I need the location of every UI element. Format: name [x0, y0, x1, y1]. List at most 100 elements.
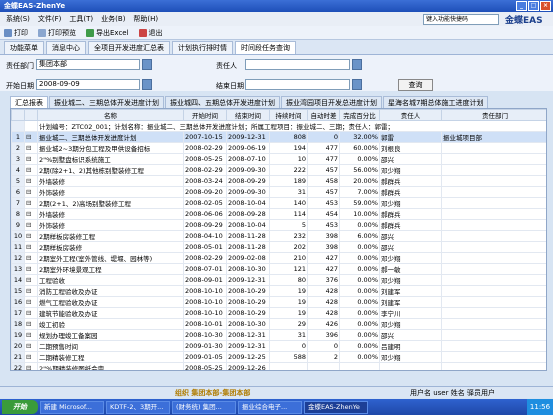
subtab-summary[interactable]: 汇总报表 [10, 96, 48, 108]
tree-toggle[interactable]: ⊟ [24, 263, 38, 275]
table-row[interactable]: 10 ⊟ 2期样板房装修工程 2008-04-10 2008-11-28 232 398 6.… [11, 230, 546, 242]
tree-toggle[interactable]: ⊟ [24, 307, 38, 319]
tree-toggle[interactable]: ⊟ [24, 197, 38, 209]
row-header: 20 [11, 340, 25, 352]
person-picker-button[interactable] [352, 59, 362, 70]
table-cell: 2008-06-06 [183, 208, 227, 220]
tab-function-menu[interactable]: 功能菜单 [4, 41, 44, 54]
tree-toggle[interactable]: ⊟ [24, 208, 38, 220]
table-row[interactable]: 21 ⊟ 二期精装修工程 2009-01-05 2009-12-25 588 2 0.00% 邓… [11, 351, 546, 363]
task-office[interactable]: 振业综合电子... [238, 400, 302, 414]
col-header-start[interactable]: 开始时间 [183, 109, 227, 121]
task-eas[interactable]: 金蝶EAS-ZhenYe [304, 400, 368, 414]
tree-toggle[interactable]: ⊟ [24, 351, 38, 363]
print-button[interactable]: 打印 [4, 28, 28, 38]
tree-toggle[interactable]: ⊟ [24, 296, 38, 308]
tab-progress-summary[interactable]: 全项目开发进度汇总表 [88, 41, 170, 54]
table-row[interactable]: 1 ⊟ 振业城二、三期总体开发进度计划 2007-10-15 2009-12-31 808… [11, 131, 546, 143]
tree-toggle[interactable]: ⊟ [24, 175, 38, 187]
print-preview-button[interactable]: 打印预览 [38, 28, 76, 38]
tree-toggle[interactable]: ⊟ [24, 340, 38, 352]
table-row[interactable]: 7 ⊟ 2期(2+1、2)高场别墅装修工程 2008-02-05 2008-10-04 1… [11, 197, 546, 209]
task-word[interactable]: 新建 Microsof... [40, 400, 104, 414]
tab-period-task-query[interactable]: 时间段任务查询 [235, 41, 296, 54]
table-row[interactable]: 9 ⊟ 外饰装修 2008-09-29 2008-10-04 5 453 0.00% 郝群兵 [11, 219, 546, 231]
dept-picker-button[interactable] [142, 59, 152, 70]
table-row[interactable]: 11 ⊟ 2期样板房装修 2008-05-01 2008-11-28 202 398 0.00… [11, 241, 546, 253]
table-row[interactable]: 3 ⊟ 2"%别墅盘标识系统施工 2008-05-25 2008-07-10 10 477 0… [11, 153, 546, 165]
tree-toggle[interactable]: ⊟ [24, 318, 38, 330]
end-date-picker[interactable] [352, 79, 362, 90]
menu-file[interactable]: 文件(F) [38, 14, 62, 24]
tree-toggle[interactable]: ⊟ [24, 274, 38, 286]
table-row[interactable]: 15 ⊟ 消防工程验收及办证 2008-10-10 2008-10-29 19 428 0.0… [11, 285, 546, 297]
table-row[interactable]: 20 ⊟ 二期预售时间 2009-01-30 2009-12-31 0 0 0.00% 吕建明 [11, 340, 546, 352]
table-row[interactable]: 计划编号：ZTC02_001；计划名称：振业城二、三期总体开发进度计划；所属工程… [11, 120, 546, 132]
subtab-bay-garden[interactable]: 振业湾园项目开发总进度计划 [281, 96, 382, 108]
table-row[interactable]: 17 ⊟ 建筑节能验收及办证 2008-10-10 2008-10-29 19 428 0.0… [11, 307, 546, 319]
close-button[interactable]: × [540, 1, 551, 11]
table-row[interactable]: 14 ⊟ 工程验收 2008-09-01 2009-12-31 80 376 0.00% 邓少翔 [11, 274, 546, 286]
start-button[interactable]: 开始 [2, 400, 38, 414]
person-field[interactable] [245, 59, 350, 70]
row-header: 13 [11, 263, 25, 275]
table-cell: 232 [269, 230, 308, 242]
task-finance[interactable]: (财务统) 集团... [172, 400, 236, 414]
row-header: 9 [11, 219, 25, 231]
subtab-phase-2-3[interactable]: 振业城二、三期总体开发进度计划 [49, 96, 164, 108]
table-cell: 燃气工程验收及办证 [37, 296, 184, 308]
maximize-button[interactable]: □ [528, 1, 539, 11]
tab-plan-execution[interactable]: 计划执行排时情 [172, 41, 233, 54]
subtab-phase-4-5[interactable]: 振业城四、五期总体开发进度计划 [165, 96, 280, 108]
tab-message-center[interactable]: 消息中心 [46, 41, 86, 54]
dept-field[interactable]: 集团本部 [36, 59, 140, 70]
tree-toggle[interactable]: ⊟ [24, 153, 38, 165]
col-header-owner[interactable]: 责任人 [379, 109, 442, 121]
table-row[interactable]: 19 ⊟ 规划办理竣工备案园 2008-10-30 2008-12-31 31 396 0.0… [11, 329, 546, 341]
tree-toggle[interactable]: ⊟ [24, 285, 38, 297]
table-cell: 59.00% [339, 197, 380, 209]
export-excel-button[interactable]: 导出Excel [86, 28, 129, 38]
tree-toggle[interactable]: ⊟ [24, 230, 38, 242]
col-header-dept[interactable]: 责任部门 [441, 109, 546, 121]
menu-business[interactable]: 业务(B) [101, 14, 125, 24]
tree-toggle[interactable]: ⊟ [24, 131, 38, 143]
menu-help[interactable]: 帮助(H) [133, 14, 158, 24]
tree-toggle[interactable]: ⊟ [24, 362, 38, 370]
query-button[interactable]: 查询 [398, 79, 433, 91]
table-row[interactable]: 18 ⊟ 竣工初验 2008-10-01 2008-10-30 29 426 0.00% 邓少翔 [11, 318, 546, 330]
tree-toggle[interactable]: ⊟ [24, 241, 38, 253]
col-header-name[interactable]: 名称 [37, 109, 184, 121]
tree-toggle[interactable]: ⊟ [24, 142, 38, 154]
exit-button[interactable]: 退出 [138, 28, 163, 38]
minimize-button[interactable]: _ [516, 1, 527, 11]
start-date-picker[interactable] [142, 79, 152, 90]
subtab-xinghai[interactable]: 星海名城7期总体施工进度计划 [383, 96, 489, 108]
table-row[interactable]: 5 ⊟ 外墙装修 2008-03-24 2008-09-29 189 458 20.00% 郝群… [11, 175, 546, 187]
table-row[interactable]: 22 ⊟ 2"%期精装修图纸会审 2008-05-25 2009-12-26 [11, 362, 546, 370]
col-header-duration[interactable]: 持续时间 [269, 109, 308, 121]
table-row[interactable]: 4 ⊟ 2期(除2+1、2)其他栋别墅装修工程 2008-02-29 2009-09-3… [11, 164, 546, 176]
table-row[interactable]: 2 ⊟ 振业城2~3期分包工程及甲供设备招标 2008-02-29 2009-06-19… [11, 142, 546, 154]
col-header-float[interactable]: 自动时差 [307, 109, 340, 121]
table-row[interactable]: 16 ⊟ 燃气工程验收及办证 2008-10-10 2008-10-29 19 428 0.0… [11, 296, 546, 308]
tree-toggle[interactable]: ⊟ [24, 252, 38, 264]
menu-tools[interactable]: 工具(T) [69, 14, 93, 24]
tree-toggle[interactable]: ⊟ [24, 219, 38, 231]
table-cell: 2008-10-10 [183, 296, 227, 308]
task-kdtf[interactable]: KDTF-2、3期开... [106, 400, 170, 414]
tree-toggle[interactable]: ⊟ [24, 186, 38, 198]
end-date-field[interactable] [245, 79, 350, 90]
table-cell: 邓少翔 [379, 252, 442, 264]
menu-system[interactable]: 系统(S) [6, 14, 30, 24]
table-row[interactable]: 8 ⊟ 外墙装修 2008-06-06 2008-09-28 114 454 10.00% 郝群… [11, 208, 546, 220]
col-header-end[interactable]: 结束时间 [226, 109, 270, 121]
table-row[interactable]: 13 ⊟ 2期室外环境景观工程 2008-07-01 2008-10-30 121 427 0… [11, 263, 546, 275]
shortcut-search-input[interactable]: 键入功能快捷码 [423, 14, 499, 25]
table-row[interactable]: 12 ⊟ 2期室外工程(室外管线、堤堰、园林等) 2008-02-29 2009-02-… [11, 252, 546, 264]
tree-toggle[interactable]: ⊟ [24, 164, 38, 176]
col-header-percent[interactable]: 完成百分比 [339, 109, 380, 121]
start-date-field[interactable]: 2008-09-09 [36, 79, 140, 90]
table-row[interactable]: 6 ⊟ 外饰装修 2008-09-20 2009-09-30 31 457 7.00% 郝群兵 [11, 186, 546, 198]
tree-toggle[interactable]: ⊟ [24, 329, 38, 341]
